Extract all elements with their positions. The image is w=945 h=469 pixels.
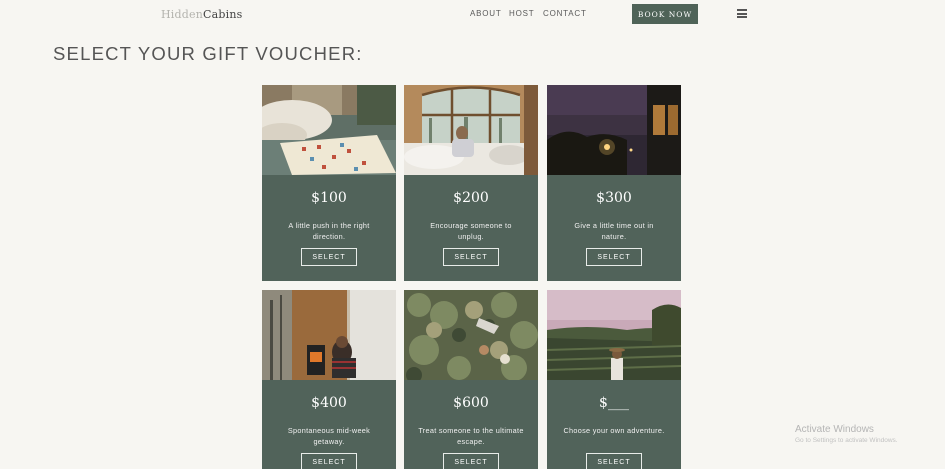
nav-contact-link[interactable]: CONTACT	[543, 9, 587, 18]
voucher-description: Treat someone to the ultimate escape.	[418, 426, 524, 446]
voucher-description: Spontaneous mid-week getaway.	[287, 426, 371, 446]
voucher-image-vineyard	[547, 290, 681, 380]
voucher-card-100: $100 A little push in the right directio…	[262, 85, 396, 281]
voucher-card-300: $300 Give a little time out in nature. S…	[547, 85, 681, 281]
voucher-description: Choose your own adventure.	[563, 426, 665, 435]
select-button[interactable]: SELECT	[443, 453, 499, 469]
voucher-description: Give a little time out in nature.	[574, 221, 654, 241]
voucher-image-wood-stove	[262, 290, 396, 380]
voucher-description: A little push in the right direction.	[288, 221, 370, 241]
windows-activation-title: Activate Windows	[795, 424, 874, 435]
brand-logo[interactable]: HiddenCabins	[161, 8, 242, 21]
voucher-image-cabin-window	[404, 85, 538, 175]
windows-activation-subtitle: Go to Settings to activate Windows.	[795, 437, 898, 444]
select-button[interactable]: SELECT	[301, 453, 357, 469]
voucher-card-600: $600 Treat someone to the ultimate escap…	[404, 290, 538, 469]
voucher-card-200: $200 Encourage someone to unplug. SELECT	[404, 85, 538, 281]
select-button[interactable]: SELECT	[586, 248, 642, 266]
hamburger-menu-icon[interactable]	[737, 9, 747, 18]
voucher-card-custom: $___ Choose your own adventure. SELECT	[547, 290, 681, 469]
nav-host-link[interactable]: HOST	[509, 9, 534, 18]
voucher-price: $200	[453, 190, 489, 206]
voucher-price: $___	[599, 395, 629, 411]
voucher-image-forest-aerial	[404, 290, 538, 380]
voucher-description: Encourage someone to unplug.	[430, 221, 512, 241]
voucher-price: $100	[311, 190, 347, 206]
page-title: SELECT YOUR GIFT VOUCHER:	[53, 43, 363, 64]
brand-logo-part1: Hidden	[161, 8, 203, 21]
select-button[interactable]: SELECT	[301, 248, 357, 266]
top-navigation: HiddenCabins ABOUT HOST CONTACT BOOK NOW	[0, 0, 945, 28]
select-button[interactable]: SELECT	[443, 248, 499, 266]
nav-about-link[interactable]: ABOUT	[470, 9, 502, 18]
book-now-button[interactable]: BOOK NOW	[632, 4, 698, 24]
voucher-price: $400	[311, 395, 347, 411]
voucher-price: $600	[453, 395, 489, 411]
voucher-image-cabin-dusk	[547, 85, 681, 175]
voucher-card-400: $400 Spontaneous mid-week getaway. SELEC…	[262, 290, 396, 469]
voucher-image-bed-scrabble	[262, 85, 396, 175]
voucher-price: $300	[596, 190, 632, 206]
brand-logo-part2: Cabins	[203, 8, 243, 21]
select-button[interactable]: SELECT	[586, 453, 642, 469]
